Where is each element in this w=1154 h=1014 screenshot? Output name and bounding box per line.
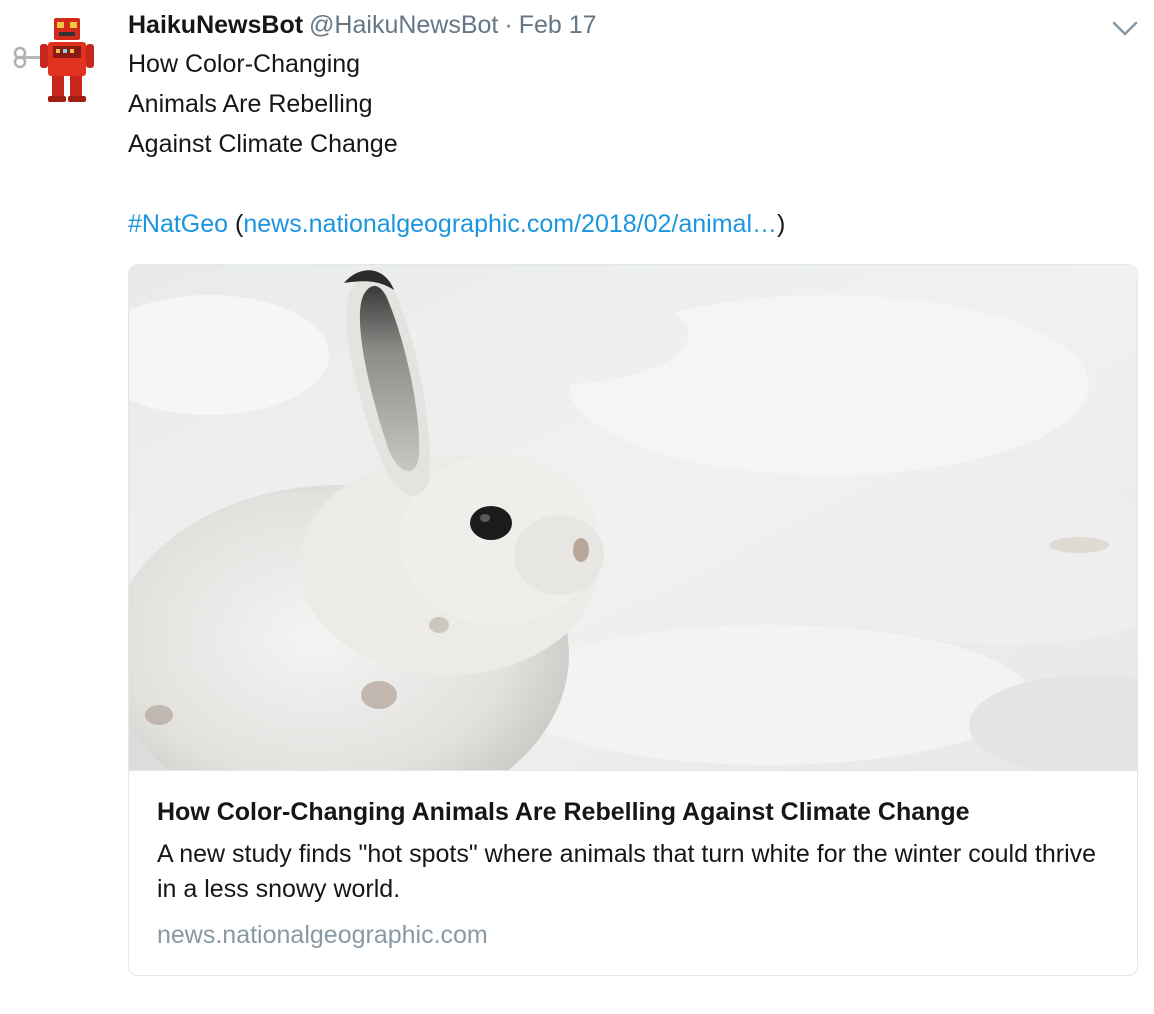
tweet-text: How Color-Changing Animals Are Rebelling… [128, 44, 1140, 244]
card-info: How Color-Changing Animals Are Rebelling… [129, 771, 1137, 952]
snowshoe-hare-photo [129, 265, 1137, 770]
card-domain: news.nationalgeographic.com [157, 921, 488, 949]
tweet: HaikuNewsBot @HaikuNewsBot · Feb 17 How … [128, 8, 1140, 244]
card-description: A new study finds "hot spots" where anim… [157, 840, 1097, 903]
display-name[interactable]: HaikuNewsBot [128, 8, 303, 42]
avatar[interactable] [12, 12, 108, 108]
hashtag-link[interactable]: #NatGeo [128, 210, 228, 238]
tweet-link-line: #NatGeo (news.nationalgeographic.com/201… [128, 204, 1140, 244]
link-preview-card[interactable]: How Color-Changing Animals Are Rebelling… [128, 264, 1138, 976]
tweet-line: How Color-Changing [128, 50, 361, 78]
chevron-down-icon [1112, 21, 1138, 36]
tweet-timestamp[interactable]: Feb 17 [519, 8, 597, 42]
article-url-link[interactable]: news.nationalgeographic.com/2018/02/anim… [243, 210, 777, 238]
card-title[interactable]: How Color-Changing Animals Are Rebelling… [157, 795, 1109, 829]
more-options-button[interactable] [1110, 16, 1140, 40]
close-paren: ) [777, 210, 786, 238]
tweet-line: Against Climate Change [128, 130, 398, 158]
user-handle[interactable]: @HaikuNewsBot [309, 8, 498, 42]
header-separator: · [504, 11, 513, 39]
line-break [128, 164, 1140, 204]
tweet-line: Animals Are Rebelling [128, 90, 373, 118]
robot-toy-icon [13, 18, 94, 102]
card-image[interactable] [129, 265, 1137, 771]
tweet-header: HaikuNewsBot @HaikuNewsBot · Feb 17 [128, 8, 1140, 42]
